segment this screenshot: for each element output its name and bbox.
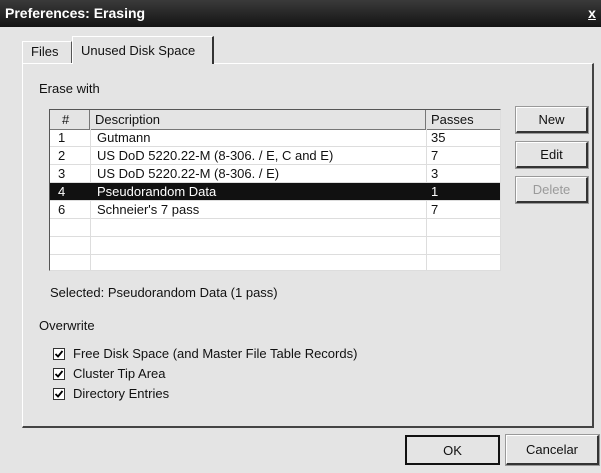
row-number: 3 [58,166,66,181]
row-passes: 3 [431,166,439,181]
directory-entries-checkbox[interactable] [53,388,65,400]
list-rows: 1 Gutmann 35 2 US DoD 5220.22-M (8-306. / E,… [50,129,500,270]
row-passes: 7 [431,148,439,163]
list-header: # Description Passes [50,110,500,130]
close-button[interactable]: x [585,4,599,22]
cluster-tip-area-checkbox[interactable] [53,368,65,380]
new-button[interactable]: New [515,106,589,134]
row-description: Schneier's 7 pass [97,202,200,217]
list-row[interactable]: 1 Gutmann 35 [50,129,500,147]
row-number: 1 [58,130,66,145]
erase-method-list[interactable]: # Description Passes 1 Gutmann 35 2 US DoD 5… [49,109,501,271]
delete-button[interactable]: Delete [515,176,589,204]
row-description: US DoD 5220.22-M (8-306. / E) [97,166,280,181]
row-number: 4 [58,184,66,199]
erase-with-label: Erase with [39,81,100,96]
empty-list-row [50,219,500,237]
row-number: 2 [58,148,66,163]
row-description: US DoD 5220.22-M (8-306. / E, C and E) [97,148,334,163]
row-passes: 7 [431,202,439,217]
empty-list-row [50,255,500,270]
list-row[interactable]: 4 Pseudorandom Data 1 [50,183,500,201]
directory-entries-label[interactable]: Directory Entries [73,386,169,401]
column-header-description[interactable]: Description [90,110,426,129]
column-header-number[interactable]: # [50,110,90,129]
row-passes: 35 [431,130,446,145]
ok-button[interactable]: OK [405,435,500,465]
list-row[interactable]: 3 US DoD 5220.22-M (8-306. / E) 3 [50,165,500,183]
cluster-tip-area-label[interactable]: Cluster Tip Area [73,366,166,381]
overwrite-label: Overwrite [39,318,95,333]
checkmark-icon [54,370,64,378]
tab-files[interactable]: Files [22,41,72,63]
cancel-button[interactable]: Cancelar [505,434,600,466]
window-title: Preferences: Erasing [5,5,146,21]
row-description: Gutmann [97,130,151,145]
column-header-passes[interactable]: Passes [426,110,500,129]
list-row[interactable]: 6 Schneier's 7 pass 7 [50,201,500,219]
free-disk-space-label[interactable]: Free Disk Space (and Master File Table R… [73,346,357,361]
row-passes: 1 [431,184,439,199]
free-disk-space-checkbox[interactable] [53,348,65,360]
row-description: Pseudorandom Data [97,184,217,199]
list-row[interactable]: 2 US DoD 5220.22-M (8-306. / E, C and E) 7 [50,147,500,165]
row-number: 6 [58,202,66,217]
selected-method-text: Selected: Pseudorandom Data (1 pass) [50,285,278,300]
edit-button[interactable]: Edit [515,141,589,169]
empty-list-row [50,237,500,255]
checkmark-icon [54,390,64,398]
tab-unused-disk-space[interactable]: Unused Disk Space [72,36,214,64]
checkmark-icon [54,350,64,358]
title-bar[interactable]: Preferences: Erasing x [0,0,601,27]
preferences-window: Preferences: Erasing x Files Unused Disk… [0,0,601,473]
